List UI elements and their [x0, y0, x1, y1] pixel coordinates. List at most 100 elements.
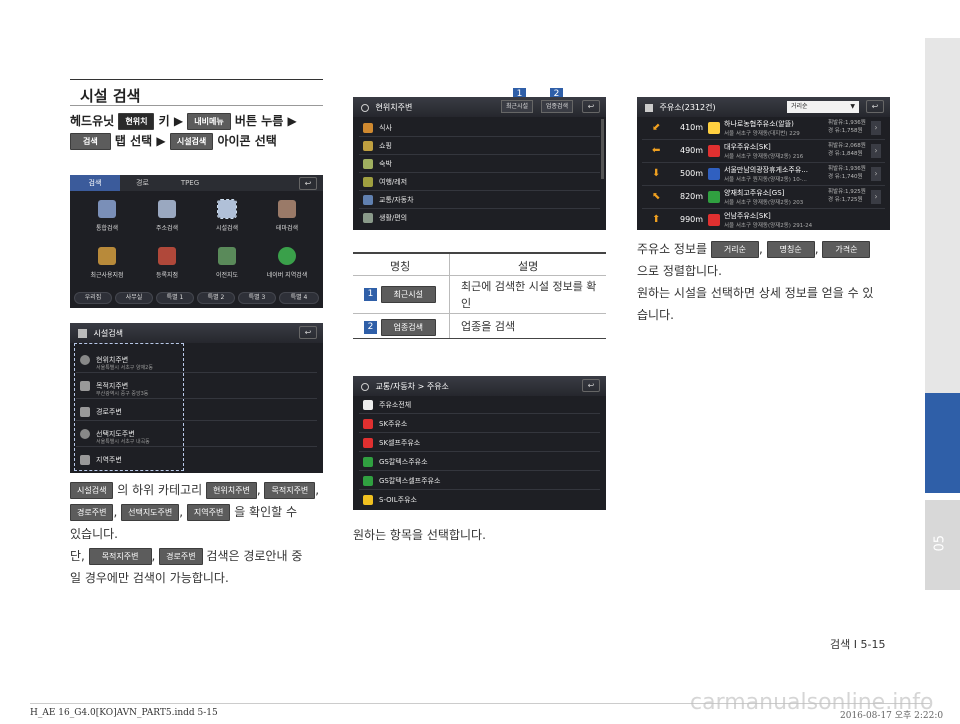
list-item[interactable]: 식사 — [359, 119, 600, 137]
list-item[interactable]: ⬉ 820m 양재최고주유소[GS] 서울 서초구 양재동(양재2동) 203 … — [642, 186, 885, 209]
list-item[interactable]: 숙박 — [359, 155, 600, 173]
list-item[interactable]: GS칼텍스주유소 — [359, 453, 600, 471]
theme-search-icon[interactable] — [278, 200, 296, 218]
chip-search: 검색 — [70, 133, 111, 150]
gasoline-price: 휘발유:1,936원 — [828, 120, 866, 126]
station-name: 양재최고주유소[GS] — [724, 189, 785, 197]
table-desc: 업종을 검색 — [461, 320, 516, 333]
direction-arrow-icon: ⬋ — [652, 122, 661, 133]
table-header-name: 명칭 — [390, 260, 411, 273]
direction-arrow-icon: ⬆ — [652, 214, 661, 225]
gasoline-price: 휘발유:1,936원 — [828, 166, 866, 172]
special-4-button[interactable]: 특별 4 — [279, 292, 319, 304]
list-item[interactable]: 선택지도주변 서울특별시 서초구 내곡동 — [76, 425, 317, 447]
price-block: 휘발유:1,925원 경 유:1,725원 — [828, 188, 866, 204]
icon-label: 네이버 지역검색 — [266, 272, 308, 279]
list-item[interactable]: 목적지주변 부산광역시 중구 중앙3동 — [76, 377, 317, 399]
para-text: 습니다. — [637, 308, 674, 322]
row-title: 주유소전체 — [379, 401, 412, 409]
naver-local-search-icon[interactable] — [278, 247, 296, 265]
header-title: 시설검색 — [93, 329, 123, 338]
diesel-price: 경 유:1,758원 — [828, 128, 863, 134]
chevron-right-icon[interactable]: › — [871, 144, 881, 158]
list-item[interactable]: 교통/자동차 — [359, 191, 600, 209]
special-3-button[interactable]: 특별 3 — [238, 292, 276, 304]
para-text: 일 경우에만 검색이 가능합니다. — [70, 571, 229, 585]
table-row: 2 업종검색 — [364, 318, 436, 336]
list-item[interactable]: ⬇ 500m 서울만남의광장휴게소주유... 서울 서초구 원지동(양재2동) … — [642, 163, 885, 186]
footer-file-info: H_AE 16_G4.0[KO]AVN_PART5.indd 5-15 — [30, 708, 218, 718]
integrated-search-icon[interactable] — [98, 200, 116, 218]
step1-prefix: 헤드유닛 — [70, 114, 115, 128]
list-item[interactable]: ⬅ 490m 대우주유소[SK] 서울 서초구 양재동(양재2동) 216 휘발… — [642, 140, 885, 163]
sort-value: 거리순 — [791, 103, 808, 110]
row-title: 교통/자동차 — [379, 196, 414, 204]
brand-logo-icon — [708, 214, 720, 226]
target-icon — [80, 355, 90, 365]
back-icon[interactable]: ↩ — [582, 100, 600, 113]
row-title: GS칼텍스셀프주유소 — [379, 477, 441, 485]
section-rule-top — [70, 79, 323, 80]
row-title: SK셀프주유소 — [379, 439, 421, 447]
chevron-right-icon[interactable]: › — [871, 190, 881, 204]
recent-places-icon[interactable] — [98, 247, 116, 265]
facility-search-icon[interactable] — [217, 199, 237, 219]
sort-select[interactable]: 거리순 ▼ — [787, 101, 859, 113]
special-2-button[interactable]: 특별 2 — [197, 292, 235, 304]
previous-map-icon[interactable] — [218, 247, 236, 265]
list-item[interactable]: GS칼텍스셀프주유소 — [359, 472, 600, 490]
back-icon[interactable]: ↩ — [299, 177, 317, 190]
saved-places-icon[interactable] — [158, 247, 176, 265]
station-address: 서울 서초구 양재동(대지번) 229 — [724, 131, 800, 137]
home-button[interactable]: 우리집 — [74, 292, 112, 304]
para-text: 을 확인할 수 — [234, 505, 298, 519]
list-item[interactable]: 여행/레저 — [359, 173, 600, 191]
list-item[interactable]: S-OIL주유소 — [359, 491, 600, 509]
brand-logo-icon — [708, 122, 720, 134]
step1-suffix: 버튼 누름 ▶ — [234, 114, 297, 128]
list-item[interactable]: ⬋ 410m 하나로농협주유소(알뜰) 서울 서초구 양재동(대지번) 229 … — [642, 117, 885, 140]
list-item[interactable]: 현위치주변 서울특별시 서초구 양재2동 — [76, 351, 317, 373]
facility-search-header: 시설검색 — [70, 323, 323, 343]
table-rule-top — [353, 252, 606, 254]
chip-sort-distance: 거리순 — [710, 241, 759, 258]
step-line-2: 검색 탭 선택 ▶ 시설검색 아이콘 선택 — [70, 132, 277, 150]
address-search-icon[interactable] — [158, 200, 176, 218]
scrollbar[interactable] — [601, 119, 604, 179]
list-item[interactable]: 생활/편의 — [359, 209, 600, 227]
back-icon[interactable]: ↩ — [866, 100, 884, 113]
list-item[interactable]: SK주유소 — [359, 415, 600, 433]
chapter-number: 05 — [932, 534, 948, 552]
table-divider — [449, 254, 450, 338]
list-item[interactable]: ⬆ 990m 언남주유소[SK] 서울 서초구 양재동(양재2동) 291-24 — [642, 209, 885, 230]
category-search-button[interactable]: 업종검색 — [541, 100, 574, 113]
chevron-right-icon[interactable]: › — [871, 121, 881, 135]
row-title: SK주유소 — [379, 420, 408, 428]
list-item[interactable]: 주유소전체 — [359, 396, 600, 414]
back-icon[interactable]: ↩ — [299, 326, 317, 339]
table-row: 1 최근시설 — [364, 285, 436, 303]
station-name: 언남주유소[SK] — [724, 212, 771, 220]
footer-timestamp: 2016-08-17 오후 2:22:0 — [840, 711, 944, 721]
station-name: 하나로농협주유소(알뜰) — [724, 120, 794, 128]
station-name: 대우주유소[SK] — [724, 143, 771, 151]
para-line: 단, 목적지주변, 경로주변 검색은 경로안내 중 — [70, 548, 303, 565]
tab-route[interactable]: 경로 — [120, 175, 165, 191]
recent-facilities-button[interactable]: 최근시설 — [501, 100, 534, 113]
list-item[interactable]: 경로주변 — [76, 403, 317, 421]
list-item[interactable]: 쇼핑 — [359, 137, 600, 155]
tab-tpeg[interactable]: TPEG — [165, 175, 215, 191]
chevron-right-icon[interactable]: › — [871, 167, 881, 181]
tab-search[interactable]: 검색 — [70, 175, 120, 191]
special-1-button[interactable]: 특별 1 — [156, 292, 194, 304]
office-button[interactable]: 사무실 — [115, 292, 153, 304]
header-title: 현위치주변 — [375, 103, 413, 112]
icon-label: 시설검색 — [215, 225, 239, 232]
soil-logo-icon — [363, 495, 373, 505]
icon-label: 이전지도 — [215, 272, 239, 279]
list-item[interactable]: 지역주변 — [76, 451, 317, 469]
distance: 410m — [680, 123, 704, 132]
back-icon[interactable]: ↩ — [582, 379, 600, 392]
list-item[interactable]: SK셀프주유소 — [359, 434, 600, 452]
station-address: 서울 서초구 양재동(양재2동) 203 — [724, 200, 804, 206]
